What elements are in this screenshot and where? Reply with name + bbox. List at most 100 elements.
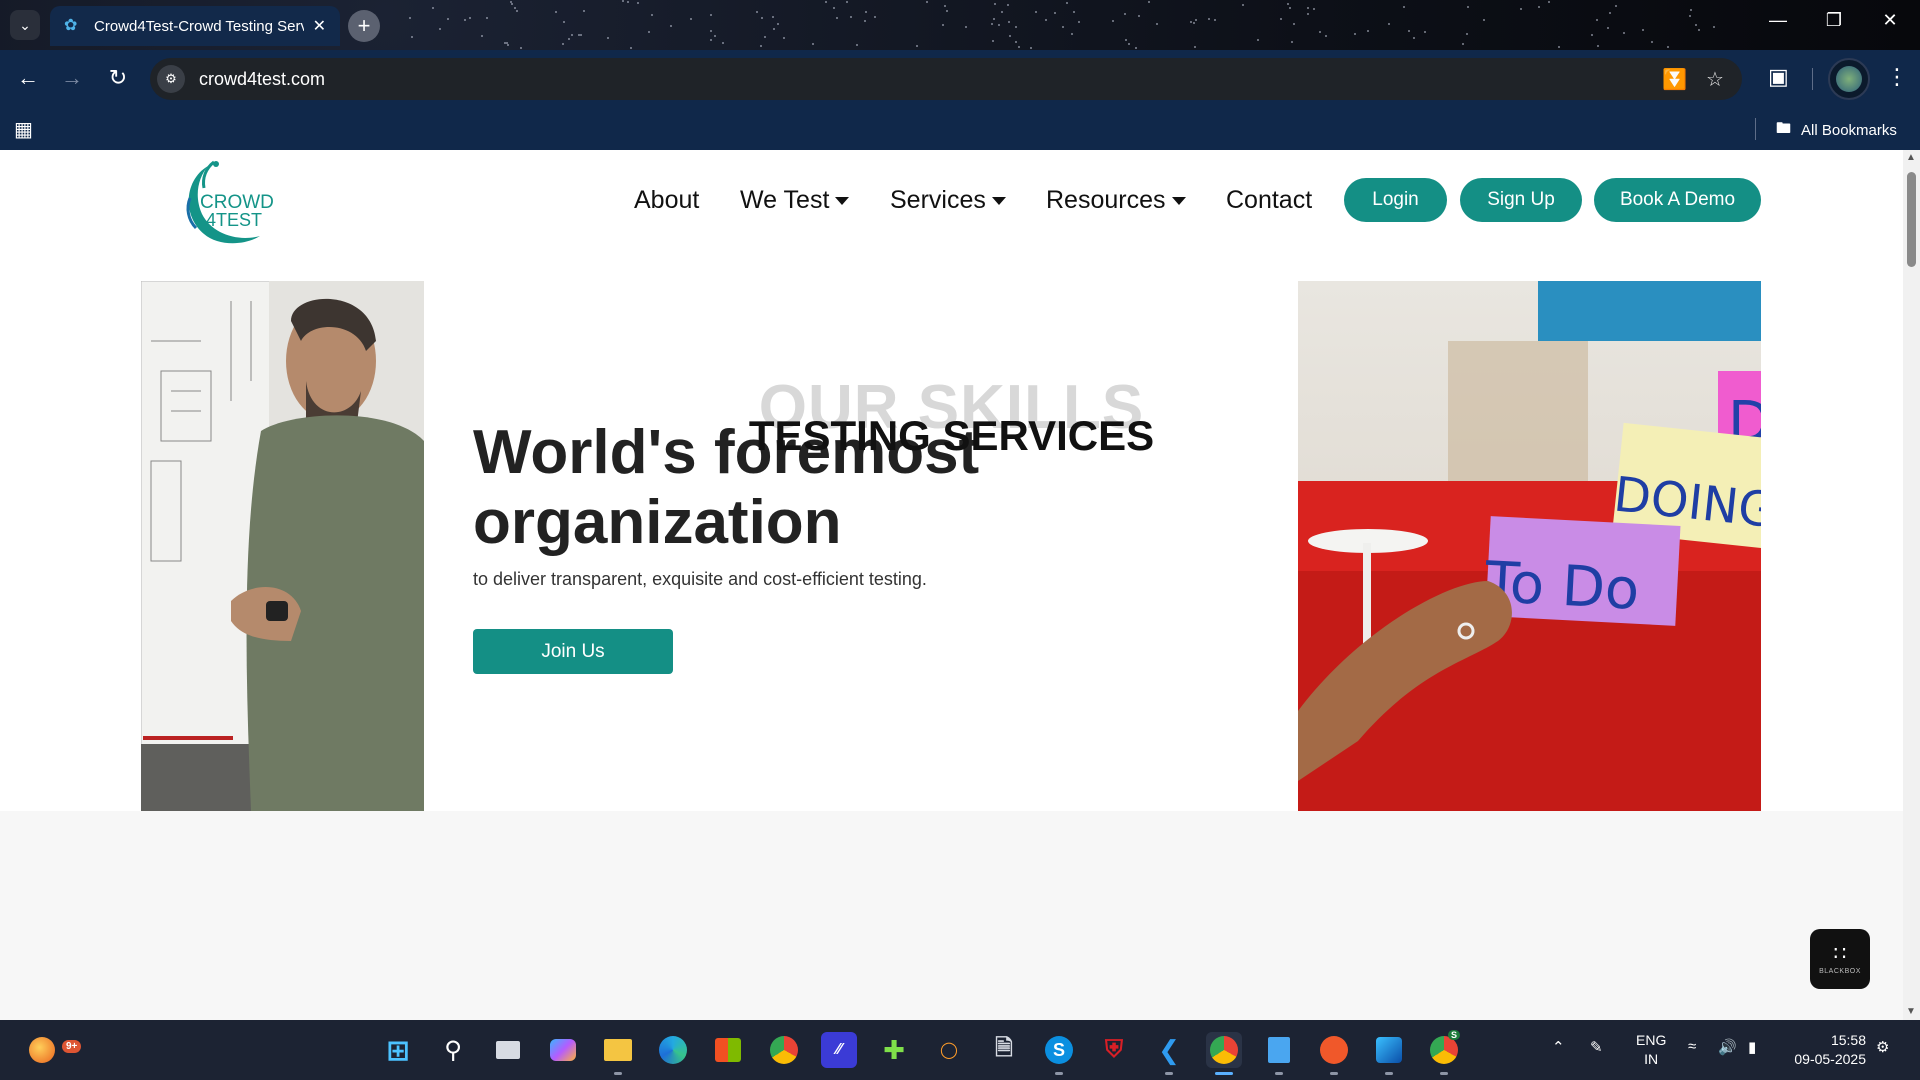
active-tab[interactable]: ✿ Crowd4Test-Crowd Testing Serv ✕	[50, 6, 340, 46]
background-star	[1462, 43, 1464, 45]
background-star	[1135, 47, 1137, 49]
background-star	[1319, 31, 1321, 33]
address-bar[interactable]: ⚙ crowd4test.com ⏬ ☆	[150, 58, 1742, 100]
volume-icon[interactable]: 🔊	[1718, 1038, 1737, 1056]
task-view-icon[interactable]	[490, 1032, 526, 1068]
background-star	[607, 37, 609, 39]
notification-bell-icon[interactable]: ⚙	[1876, 1038, 1889, 1056]
background-star	[580, 34, 582, 36]
background-star	[1001, 11, 1003, 13]
minimize-button[interactable]: —	[1758, 10, 1798, 31]
app-slash-icon[interactable]: ⁄⁄	[821, 1032, 857, 1068]
scroll-down-arrow-icon[interactable]: ▼	[1906, 1006, 1916, 1017]
page-scrollbar[interactable]: ▲ ▼	[1903, 150, 1920, 1020]
nav-services[interactable]: Services	[890, 186, 1006, 215]
wifi-icon[interactable]: ≈	[1688, 1038, 1696, 1055]
nav-we-test-label: We Test	[740, 186, 830, 214]
task-view-glyph	[496, 1041, 520, 1059]
file-explorer-icon[interactable]	[600, 1032, 636, 1068]
background-star	[622, 0, 624, 2]
background-star	[637, 2, 639, 4]
tab-search-button[interactable]: ⌄	[10, 10, 40, 40]
chrome-icon[interactable]	[766, 1032, 802, 1068]
nav-resources[interactable]: Resources	[1046, 186, 1186, 215]
running-indicator	[1055, 1072, 1063, 1075]
microsoft-store-icon[interactable]	[710, 1032, 746, 1068]
mcafee-icon[interactable]: ⛨	[1096, 1032, 1132, 1068]
edge-icon[interactable]	[655, 1032, 691, 1068]
new-tab-button[interactable]: +	[348, 10, 380, 42]
restore-button[interactable]: ❐	[1814, 10, 1854, 31]
copilot-icon[interactable]	[545, 1032, 581, 1068]
chrome-active-icon[interactable]	[1206, 1032, 1242, 1068]
chevron-up-icon[interactable]: ⌃	[1552, 1038, 1565, 1056]
menu-kebab-icon[interactable]: ⋮	[1886, 64, 1908, 90]
crowd4test-logo[interactable]: CROWD 4TEST	[178, 158, 282, 246]
chevron-down-icon: ⌄	[19, 16, 31, 33]
background-star	[1073, 11, 1075, 13]
back-arrow-icon[interactable]: ←	[14, 65, 42, 91]
document-icon[interactable]: 🗎	[986, 1032, 1022, 1068]
site-info-icon[interactable]: ⚙	[157, 65, 185, 93]
region-code: IN	[1644, 1051, 1659, 1067]
close-tab-icon[interactable]: ✕	[313, 16, 326, 36]
running-indicator	[1165, 1072, 1173, 1075]
book-demo-button[interactable]: Book A Demo	[1594, 178, 1761, 222]
blackbox-widget[interactable]: ∷ BLACKBOX	[1810, 929, 1870, 989]
background-star	[942, 24, 944, 26]
app-orange-icon[interactable]	[1316, 1032, 1352, 1068]
nav-about[interactable]: About	[634, 186, 699, 215]
app-plus-icon[interactable]: ✚	[876, 1032, 912, 1068]
reload-icon[interactable]: ↻	[104, 65, 132, 91]
login-button[interactable]: Login	[1344, 178, 1447, 222]
orange-glyph	[1320, 1036, 1348, 1064]
background-star	[648, 31, 650, 33]
bookmark-star-icon[interactable]: ☆	[1706, 67, 1724, 92]
language-indicator[interactable]: ENG IN	[1636, 1031, 1666, 1069]
page-viewport: CROWD 4TEST About We Test Services Resou…	[0, 150, 1920, 1020]
windows-start-icon[interactable]: ⊞	[380, 1032, 416, 1068]
nav-we-test[interactable]: We Test	[740, 186, 850, 215]
signup-button[interactable]: Sign Up	[1460, 178, 1582, 222]
search-icon[interactable]: ⚲	[435, 1032, 471, 1068]
background-star	[630, 47, 632, 49]
profile-avatar[interactable]	[1828, 58, 1870, 100]
blackbox-logo-icon: ∷	[1833, 942, 1847, 965]
url-text[interactable]: crowd4test.com	[199, 69, 325, 90]
app-blue-icon[interactable]	[1371, 1032, 1407, 1068]
battery-icon[interactable]: ▮	[1748, 1038, 1756, 1056]
scroll-up-arrow-icon[interactable]: ▲	[1906, 152, 1916, 163]
scrollbar-thumb[interactable]	[1907, 172, 1916, 267]
background-star	[991, 23, 993, 25]
background-star	[1695, 24, 1697, 26]
hero-subtitle: to deliver transparent, exquisite and co…	[473, 569, 927, 589]
forward-arrow-icon[interactable]: →	[58, 65, 86, 91]
background-star	[447, 18, 449, 20]
app-circle-icon[interactable]: ◯	[931, 1032, 967, 1068]
pen-icon[interactable]: ✎	[1590, 1038, 1603, 1056]
apps-grid-icon[interactable]: ▦	[14, 117, 33, 142]
extensions-icon[interactable]: ▣	[1768, 64, 1789, 90]
chrome-glyph	[1430, 1036, 1458, 1064]
vscode-icon[interactable]: ❮	[1151, 1032, 1187, 1068]
copilot-widget-icon[interactable]: 9+	[24, 1032, 82, 1068]
caret-down-icon	[835, 197, 850, 206]
background-star	[1066, 2, 1068, 4]
clock[interactable]: 15:58 09-05-2025	[1786, 1031, 1866, 1069]
join-us-button[interactable]: Join Us	[473, 629, 673, 674]
background-star	[511, 3, 513, 5]
nav-contact[interactable]: Contact	[1226, 186, 1312, 215]
background-star	[1651, 41, 1653, 43]
all-bookmarks-button[interactable]: 🖿 All Bookmarks	[1776, 118, 1897, 143]
notepad-icon[interactable]	[1261, 1032, 1297, 1068]
nav-services-label: Services	[890, 186, 986, 214]
install-app-icon[interactable]: ⏬	[1662, 67, 1687, 92]
background-star	[1607, 27, 1609, 29]
background-star	[670, 25, 672, 27]
windows-taskbar: 9+ ⊞ ⚲ ⁄⁄ ✚ ◯ 🗎 S ⛨ ❮ S ⌃ ✎ ENG IN ≈ 🔊 ▮…	[0, 1020, 1920, 1080]
running-indicator	[1385, 1072, 1393, 1075]
background-star	[864, 20, 866, 22]
chrome-profile-icon[interactable]: S	[1426, 1030, 1462, 1068]
skype-icon[interactable]: S	[1041, 1032, 1077, 1068]
close-window-button[interactable]: ✕	[1870, 10, 1910, 31]
